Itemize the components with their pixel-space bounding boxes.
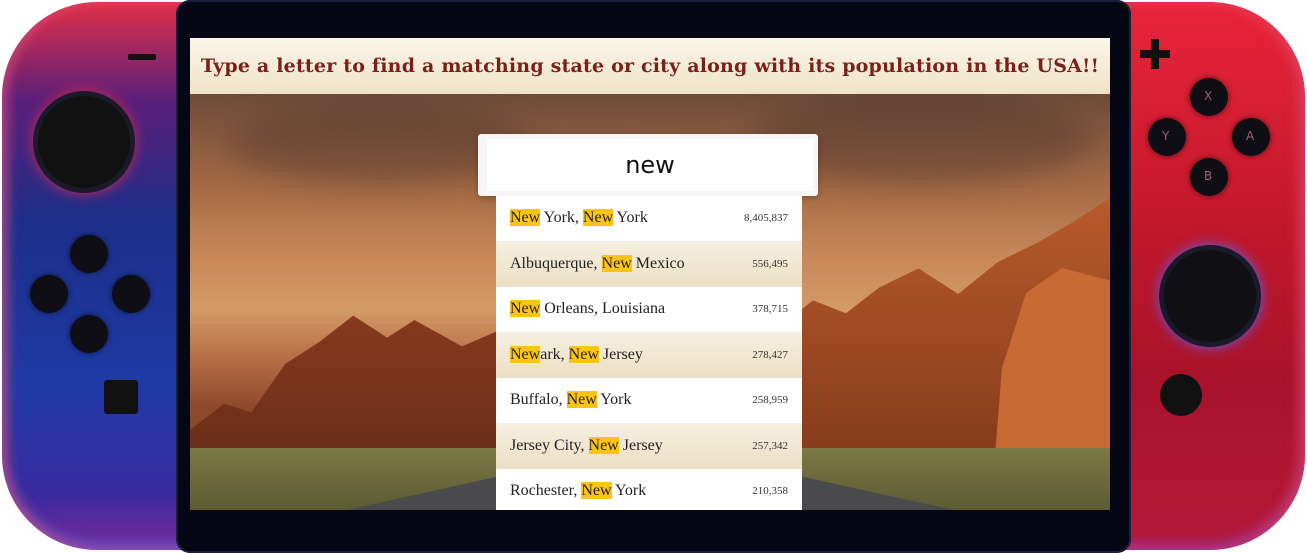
city-text: Jersey City,: [510, 436, 589, 454]
result-row[interactable]: Newark, New Jersey 278,427: [496, 332, 802, 378]
match-highlight: New: [566, 391, 597, 409]
search-container: [478, 134, 818, 196]
result-population: 556,495: [752, 257, 788, 270]
city-text: Mexico: [631, 254, 685, 272]
result-city-name: Rochester, New York: [510, 482, 646, 500]
app-screen: Type a letter to find a matching state o…: [190, 38, 1110, 510]
city-text: York,: [540, 209, 583, 227]
result-row[interactable]: New Orleans, Louisiana 378,715: [496, 287, 802, 333]
result-population: 378,715: [752, 303, 788, 316]
x-button[interactable]: X: [1190, 78, 1228, 116]
match-highlight: New: [510, 209, 541, 227]
match-highlight: New: [510, 345, 541, 363]
result-population: 210,358: [752, 485, 788, 498]
city-text: Orleans, Louisiana: [540, 300, 666, 318]
match-highlight: New: [568, 345, 599, 363]
result-row[interactable]: New York, New York 8,405,837: [496, 196, 802, 242]
city-text: Albuquerque,: [510, 254, 602, 272]
result-population: 8,405,837: [744, 212, 788, 225]
result-row[interactable]: Rochester, New York 210,358: [496, 469, 802, 510]
result-city-name: Buffalo, New York: [510, 391, 632, 409]
result-population: 257,342: [752, 439, 788, 452]
match-highlight: New: [601, 254, 632, 272]
dpad-up-button[interactable]: [70, 235, 108, 273]
result-population: 258,959: [752, 394, 788, 407]
b-button[interactable]: B: [1190, 158, 1228, 196]
match-highlight: New: [588, 436, 619, 454]
city-text: Jersey: [618, 436, 663, 454]
result-city-name: New York, New York: [510, 209, 648, 227]
result-row[interactable]: Albuquerque, New Mexico 556,495: [496, 241, 802, 287]
city-text: Jersey: [598, 345, 643, 363]
results-list: New York, New York 8,405,837 Albuquerque, …: [496, 196, 802, 510]
city-text: ark,: [540, 345, 569, 363]
city-text: Rochester,: [510, 482, 582, 500]
match-highlight: New: [582, 209, 614, 227]
capture-button[interactable]: [104, 380, 138, 414]
dpad-left-button[interactable]: [30, 275, 68, 313]
result-city-name: Newark, New Jersey: [510, 345, 643, 364]
result-city-name: Jersey City, New Jersey: [510, 436, 663, 455]
y-button-label: Y: [1162, 129, 1170, 143]
header-banner: Type a letter to find a matching state o…: [190, 38, 1110, 94]
match-highlight: New: [581, 482, 612, 500]
match-highlight: New: [510, 300, 541, 318]
page-title: Type a letter to find a matching state o…: [200, 55, 1100, 77]
result-population: 278,427: [752, 348, 788, 361]
right-stick[interactable]: [1164, 250, 1256, 342]
search-input[interactable]: [487, 139, 813, 191]
city-text: York: [613, 209, 648, 227]
dpad-down-button[interactable]: [70, 315, 108, 353]
console-device: X Y A B Type a letter to find a matching…: [0, 0, 1307, 553]
left-stick[interactable]: [38, 96, 130, 188]
y-button[interactable]: Y: [1148, 118, 1186, 156]
city-text: Buffalo,: [510, 391, 567, 409]
result-city-name: New Orleans, Louisiana: [510, 300, 665, 318]
home-button[interactable]: [1160, 374, 1202, 416]
result-city-name: Albuquerque, New Mexico: [510, 254, 685, 273]
a-button-label: A: [1246, 129, 1255, 143]
result-row[interactable]: Jersey City, New Jersey 257,342: [496, 423, 802, 469]
result-row[interactable]: Buffalo, New York 258,959: [496, 378, 802, 424]
dpad-right-button[interactable]: [112, 275, 150, 313]
city-text: York: [611, 482, 647, 500]
b-button-label: B: [1204, 169, 1213, 183]
minus-button[interactable]: [128, 54, 156, 60]
city-text: York: [596, 391, 632, 409]
x-button-label: X: [1204, 89, 1213, 103]
a-button[interactable]: A: [1232, 118, 1270, 156]
plus-button-vertical: [1151, 39, 1159, 69]
